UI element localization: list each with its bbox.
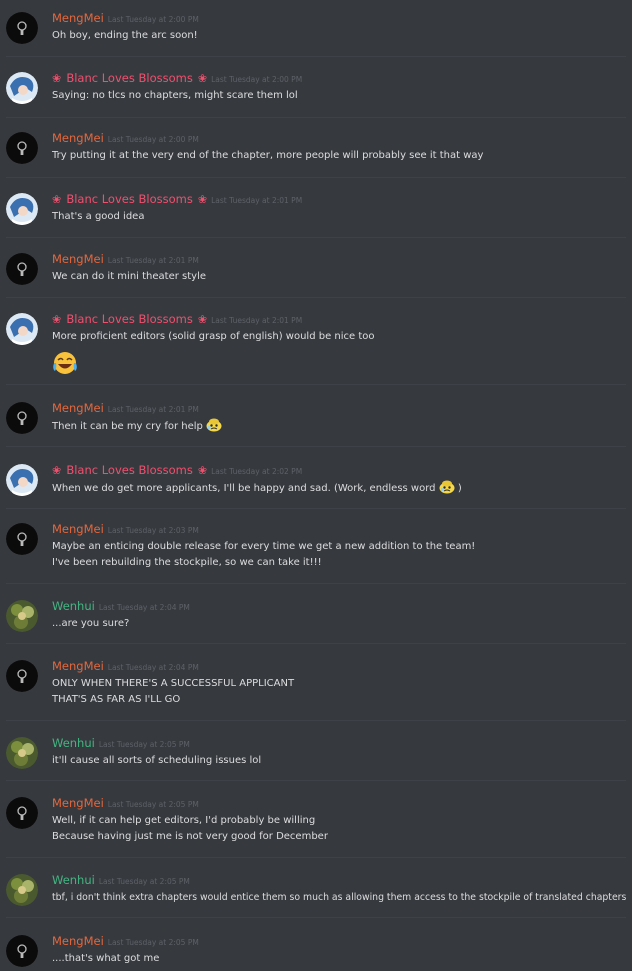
username[interactable]: Wenhui	[52, 873, 95, 887]
flower-icon: ❀	[52, 313, 62, 326]
timestamp: Last Tuesday at 2:02 PM	[211, 467, 303, 476]
avatar-mengmei[interactable]	[6, 253, 38, 285]
divider	[6, 117, 626, 118]
message-text: When we do get more applicants, I'll be …	[52, 480, 462, 500]
divider	[6, 720, 626, 721]
username[interactable]: MengMei	[52, 252, 104, 266]
avatar-mengmei[interactable]	[6, 935, 38, 967]
username[interactable]: MengMei	[52, 796, 104, 810]
username[interactable]: MengMei	[52, 934, 104, 948]
avatar-mengmei[interactable]	[6, 660, 38, 692]
message-text: Maybe an enticing double release for eve…	[52, 541, 476, 568]
divider	[6, 583, 626, 584]
username[interactable]: Blanc Loves Blossoms	[66, 71, 193, 85]
timestamp: Last Tuesday at 2:05 PM	[107, 800, 199, 809]
divider	[6, 857, 626, 858]
timestamp: Last Tuesday at 2:03 PM	[107, 526, 199, 535]
divider	[6, 446, 626, 447]
message-text: Oh boy, ending the arc soon!	[52, 30, 198, 41]
username[interactable]: MengMei	[52, 131, 104, 145]
timestamp: Last Tuesday at 2:01 PM	[107, 256, 199, 265]
avatar-blanc[interactable]	[6, 464, 38, 496]
divider	[6, 384, 626, 385]
username[interactable]: Blanc Loves Blossoms	[66, 312, 193, 326]
message-text: Well, if it can help get editors, I'd pr…	[52, 815, 328, 842]
message-text: We can do it mini theater style	[52, 271, 206, 282]
timestamp: Last Tuesday at 2:00 PM	[107, 135, 199, 144]
divider	[6, 56, 626, 57]
message-text: ...are you sure?	[52, 618, 130, 629]
avatar-wenhui[interactable]	[6, 874, 38, 906]
divider	[6, 508, 626, 509]
avatar-mengmei[interactable]	[6, 132, 38, 164]
username[interactable]: MengMei	[52, 11, 104, 25]
avatar-blanc[interactable]	[6, 193, 38, 225]
message-text: Saying: no tlcs no chapters, might scare…	[52, 90, 298, 101]
timestamp: Last Tuesday at 2:05 PM	[98, 740, 190, 749]
flower-icon: ❀	[197, 72, 208, 85]
timestamp: Last Tuesday at 2:00 PM	[107, 15, 199, 24]
flower-icon: ❀	[52, 193, 62, 206]
message-text: That's a good idea	[52, 211, 145, 222]
joy-emoji[interactable]	[52, 351, 375, 381]
flower-icon: ❀	[197, 464, 208, 477]
custom-emoji[interactable]	[439, 480, 455, 500]
flower-icon: ❀	[197, 193, 208, 206]
username[interactable]: Wenhui	[52, 736, 95, 750]
message-text: it'll cause all sorts of scheduling issu…	[52, 755, 262, 766]
flower-icon: ❀	[197, 313, 208, 326]
divider	[6, 297, 626, 298]
flower-icon: ❀	[52, 464, 62, 477]
username[interactable]: MengMei	[52, 522, 104, 536]
avatar-mengmei[interactable]	[6, 12, 38, 44]
message-text: More proficient editors (solid grasp of …	[52, 329, 375, 381]
message-text: Try putting it at the very end of the ch…	[52, 150, 484, 161]
divider	[6, 237, 626, 238]
avatar-mengmei[interactable]	[6, 797, 38, 829]
username[interactable]: MengMei	[52, 401, 104, 415]
message-text: tbf, i don't think extra chapters would …	[52, 892, 627, 903]
avatar-mengmei[interactable]	[6, 523, 38, 555]
username[interactable]: Blanc Loves Blossoms	[66, 192, 193, 206]
avatar-blanc[interactable]	[6, 72, 38, 104]
avatar-mengmei[interactable]	[6, 402, 38, 434]
username[interactable]: Wenhui	[52, 599, 95, 613]
timestamp: Last Tuesday at 2:01 PM	[107, 405, 199, 414]
message-text: ....that's what got me	[52, 953, 160, 964]
message-text: ONLY WHEN THERE'S A SUCCESSFUL APPLICANT…	[52, 678, 295, 705]
message-text: Then it can be my cry for help	[52, 418, 222, 438]
timestamp: Last Tuesday at 2:01 PM	[211, 196, 303, 205]
username[interactable]: MengMei	[52, 659, 104, 673]
timestamp: Last Tuesday at 2:01 PM	[211, 316, 303, 325]
divider	[6, 780, 626, 781]
timestamp: Last Tuesday at 2:04 PM	[107, 663, 199, 672]
avatar-wenhui[interactable]	[6, 737, 38, 769]
timestamp: Last Tuesday at 2:00 PM	[211, 75, 303, 84]
timestamp: Last Tuesday at 2:04 PM	[98, 603, 190, 612]
divider	[6, 177, 626, 178]
timestamp: Last Tuesday at 2:05 PM	[107, 938, 199, 947]
divider	[6, 643, 626, 644]
username[interactable]: Blanc Loves Blossoms	[66, 463, 193, 477]
custom-emoji[interactable]	[206, 418, 222, 438]
flower-icon: ❀	[52, 72, 62, 85]
timestamp: Last Tuesday at 2:05 PM	[98, 877, 190, 886]
divider	[6, 917, 626, 918]
avatar-wenhui[interactable]	[6, 600, 38, 632]
avatar-blanc[interactable]	[6, 313, 38, 345]
